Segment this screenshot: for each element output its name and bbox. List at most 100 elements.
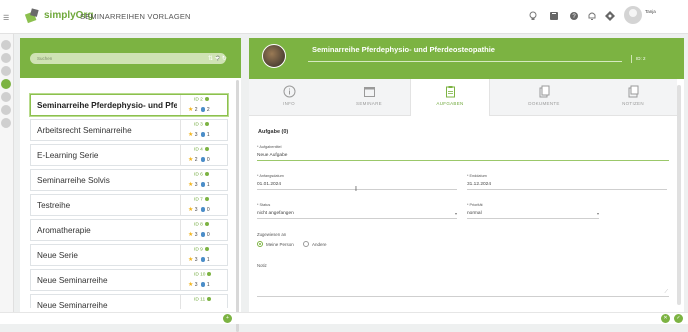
list-scrollbar[interactable]	[236, 80, 239, 332]
status-dot-icon	[204, 147, 209, 151]
list-item[interactable]: Aromatherapie ID 8 ★ 3 0	[30, 219, 228, 241]
id-badge: ID: 2	[631, 55, 653, 63]
status-label: * Status	[257, 203, 271, 207]
save-button[interactable]: ✓	[674, 314, 683, 323]
item-title: Arbeitsrecht Seminarreihe	[37, 126, 132, 135]
item-id: ID 7	[194, 197, 209, 202]
end-date-input[interactable]: 31.12.2024	[467, 182, 667, 190]
book-icon[interactable]	[548, 10, 560, 22]
cancel-button[interactable]: ✕	[661, 314, 670, 323]
menu-icon[interactable]: ☰	[3, 14, 9, 22]
filter-icon[interactable]: ⏷	[215, 56, 222, 62]
tab-label: AUFGABEN	[436, 101, 464, 106]
divider	[180, 220, 181, 240]
item-id: ID 8	[194, 222, 209, 227]
radio-label: Meine Person	[266, 242, 294, 247]
documents-icon	[539, 85, 549, 98]
item-id: ID 9	[194, 247, 209, 252]
list-item[interactable]: Neue Seminarreihe ID 10 ★ 3 1	[30, 269, 228, 291]
start-date-input[interactable]: 01.01.2024	[257, 182, 457, 190]
item-stats: ★ 3 0	[188, 232, 210, 238]
star-icon: ★	[188, 132, 194, 138]
list-item[interactable]: Neue Serie ID 9 ★ 3 1	[30, 244, 228, 266]
status-dot-icon	[207, 297, 212, 301]
item-title: Testreihe	[37, 201, 71, 210]
nav-home-icon[interactable]	[1, 40, 11, 50]
priority-value: normal	[467, 211, 482, 216]
item-id: ID 2	[194, 97, 209, 102]
help-icon[interactable]: ?	[568, 10, 580, 22]
priority-select[interactable]: normal ▾	[467, 211, 599, 219]
star-icon: ★	[188, 157, 194, 163]
count-dot-icon	[200, 232, 206, 237]
user-name[interactable]: Tanja	[645, 9, 656, 14]
series-list-panel: Suchen ⚲ ⇅⏷↻ Seminarreihe Pferdephysio- …	[20, 38, 241, 332]
calendar-icon	[363, 87, 375, 97]
task-title-input[interactable]: Neue Aufgabe	[257, 153, 669, 161]
status-select[interactable]: nicht angefangen ▾	[257, 211, 457, 219]
divider	[180, 170, 181, 190]
detail-panel: Seminarreihe Pferdephysio- und Pferdeost…	[249, 38, 684, 314]
divider	[180, 195, 181, 215]
resize-handle-icon[interactable]: ⟋	[664, 289, 668, 295]
radio-meine-person[interactable]	[257, 241, 263, 247]
tab-aufgaben[interactable]: AUFGABEN	[410, 79, 490, 116]
nav-reports-icon[interactable]	[1, 105, 11, 115]
list-item[interactable]: Seminarreihe Pferdephysio- und Pferd... …	[30, 94, 228, 116]
text-cursor-icon: I	[355, 186, 357, 193]
bottom-bar	[0, 312, 688, 324]
status-dot-icon	[204, 247, 209, 251]
list-item[interactable]: Testreihe ID 7 ★ 3 0	[30, 194, 228, 216]
detail-scrollbar[interactable]	[677, 85, 681, 305]
refresh-icon[interactable]: ↻	[222, 56, 229, 62]
item-title: Neue Serie	[37, 251, 78, 260]
tab-label: NOTIZEN	[622, 101, 644, 106]
list-item[interactable]: E-Learning Serie ID 4 ★ 2 0	[30, 144, 228, 166]
list-header: Suchen ⚲ ⇅⏷↻	[20, 38, 241, 78]
task-title-value: Neue Aufgabe	[257, 153, 288, 158]
divider	[180, 120, 181, 140]
user-avatar[interactable]	[624, 6, 642, 24]
count-dot-icon	[200, 107, 206, 112]
info-icon	[283, 85, 295, 98]
note-textarea[interactable]: ⟋	[257, 271, 669, 297]
item-title: Neue Seminarreihe	[37, 301, 108, 310]
tab-dokumente[interactable]: DOKUMENTE	[504, 79, 584, 116]
tab-info[interactable]: INFO	[249, 79, 329, 116]
nav-settings-icon[interactable]	[1, 118, 11, 128]
sort-icon[interactable]: ⇅	[208, 56, 215, 62]
nav-people-icon[interactable]	[1, 53, 11, 63]
radio-andere[interactable]	[303, 241, 309, 247]
item-id: ID 6	[194, 172, 209, 177]
count-dot-icon	[200, 207, 206, 212]
search-input[interactable]: Suchen ⚲	[30, 53, 226, 64]
detail-tabs: INFO SEMINARE AUFGABEN DOKUMENTE NOTIZEN	[249, 79, 677, 116]
end-date-label: * Enddatum	[467, 174, 487, 178]
lightbulb-icon[interactable]	[527, 10, 539, 22]
tab-notizen[interactable]: NOTIZEN	[593, 79, 673, 116]
tab-seminare[interactable]: SEMINARE	[329, 79, 409, 116]
status-dot-icon	[204, 172, 209, 176]
count-dot-icon	[200, 132, 206, 137]
item-stats: ★ 3 1	[188, 257, 210, 263]
tab-label: SEMINARE	[356, 101, 382, 106]
item-stats: ★ 2 2	[188, 107, 210, 113]
top-bar: simplyOrg SEMINARREIHEN VORLAGEN ? Tanja	[0, 0, 688, 34]
note-label: Notiz	[257, 263, 267, 268]
nav-calendar-icon[interactable]	[1, 66, 11, 76]
star-icon: ★	[188, 282, 194, 288]
list-item[interactable]: Arbeitsrecht Seminarreihe ID 3 ★ 3 1	[30, 119, 228, 141]
nav-seminars-icon[interactable]	[1, 79, 11, 89]
list-item[interactable]: Seminarreihe Solvis ID 6 ★ 3 1	[30, 169, 228, 191]
list-item[interactable]: Neue Seminarreihe ID 11	[30, 294, 228, 310]
item-id: ID 11	[194, 297, 212, 302]
status-dot-icon	[204, 222, 209, 226]
add-series-button[interactable]: +	[223, 314, 232, 323]
dashboard-icon[interactable]	[604, 10, 616, 22]
nav-locations-icon[interactable]	[1, 92, 11, 102]
chevron-down-icon: ▾	[454, 211, 457, 216]
start-date-value: 01.01.2024	[257, 182, 282, 187]
page-title: SEMINARREIHEN VORLAGEN	[80, 12, 191, 21]
bell-icon[interactable]	[586, 10, 598, 22]
divider	[180, 95, 181, 115]
